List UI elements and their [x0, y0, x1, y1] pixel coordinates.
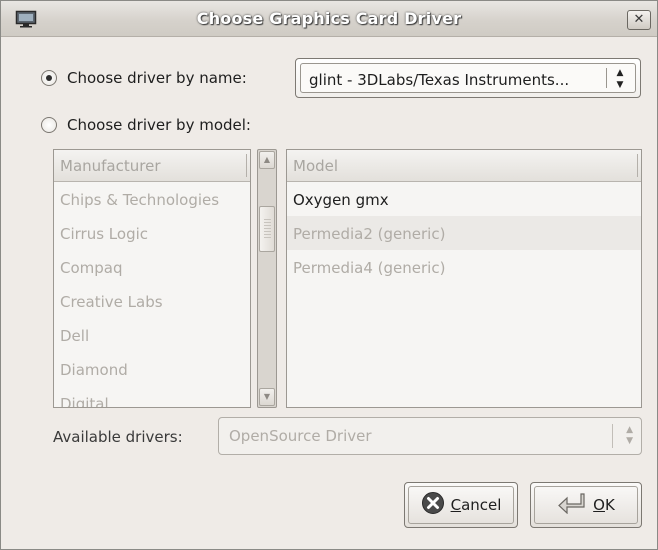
model-header-label: Model: [293, 157, 339, 175]
list-item[interactable]: Digital: [54, 386, 250, 407]
available-drivers-label: Available drivers:: [53, 428, 183, 446]
chevron-down-icon: ▼: [263, 392, 271, 401]
updown-arrows-icon: ▲ ▼: [626, 425, 633, 446]
list-item[interactable]: Creative Labs: [54, 284, 250, 318]
list-item[interactable]: Oxygen gmx: [287, 182, 641, 216]
list-item[interactable]: Cirrus Logic: [54, 216, 250, 250]
scroll-down-button[interactable]: ▼: [259, 388, 275, 406]
header-separator: [246, 154, 247, 177]
title-bar[interactable]: Choose Graphics Card Driver ✕: [1, 1, 657, 37]
button-focus-frame: [408, 486, 514, 524]
list-item[interactable]: Permedia2 (generic): [287, 216, 641, 250]
available-drivers-value: OpenSource Driver: [229, 427, 372, 445]
ok-button[interactable]: OK: [530, 482, 642, 528]
combo-separator: [612, 424, 613, 448]
header-separator: [637, 154, 638, 177]
list-item[interactable]: Permedia4 (generic): [287, 250, 641, 284]
combo-separator: [606, 68, 607, 88]
grip-icon: [264, 219, 271, 239]
list-item[interactable]: Diamond: [54, 352, 250, 386]
choose-by-model-radio[interactable]: [41, 117, 57, 133]
choose-by-name-option[interactable]: Choose driver by name:: [41, 69, 247, 87]
updown-arrows-icon: ▲ ▼: [616, 68, 624, 90]
manufacturer-list[interactable]: Manufacturer Chips & Technologies Cirrus…: [53, 149, 251, 408]
choose-by-model-option[interactable]: Choose driver by model:: [41, 116, 251, 134]
manufacturer-header-label: Manufacturer: [60, 157, 161, 175]
close-icon: ✕: [633, 12, 645, 27]
driver-name-combo[interactable]: glint - 3DLabs/Texas Instruments... ▲ ▼: [295, 58, 641, 98]
manufacturer-column-header[interactable]: Manufacturer: [54, 150, 250, 182]
available-drivers-combo[interactable]: OpenSource Driver ▲ ▼: [218, 417, 642, 455]
button-focus-frame: [534, 486, 638, 524]
model-list[interactable]: Model Oxygen gmx Permedia2 (generic) Per…: [286, 149, 642, 408]
close-button[interactable]: ✕: [627, 10, 651, 30]
model-column-header[interactable]: Model: [287, 150, 641, 182]
manufacturer-scrollbar[interactable]: ▲ ▼: [257, 149, 277, 408]
choose-by-name-radio[interactable]: [41, 70, 57, 86]
scroll-up-button[interactable]: ▲: [259, 151, 275, 169]
driver-name-combo-field: glint - 3DLabs/Texas Instruments... ▲ ▼: [300, 63, 636, 93]
cancel-button[interactable]: Cancel: [404, 482, 518, 528]
window-title: Choose Graphics Card Driver: [196, 9, 462, 28]
list-item[interactable]: Compaq: [54, 250, 250, 284]
chevron-up-icon: ▲: [263, 155, 271, 164]
dialog-window: Choose Graphics Card Driver ✕ Choose dri…: [0, 0, 658, 550]
scroll-thumb[interactable]: [259, 206, 275, 252]
list-item[interactable]: Chips & Technologies: [54, 182, 250, 216]
choose-by-name-label: Choose driver by name:: [67, 69, 247, 87]
choose-by-model-label: Choose driver by model:: [67, 116, 251, 134]
driver-name-value: glint - 3DLabs/Texas Instruments...: [309, 71, 570, 89]
list-item[interactable]: Dell: [54, 318, 250, 352]
